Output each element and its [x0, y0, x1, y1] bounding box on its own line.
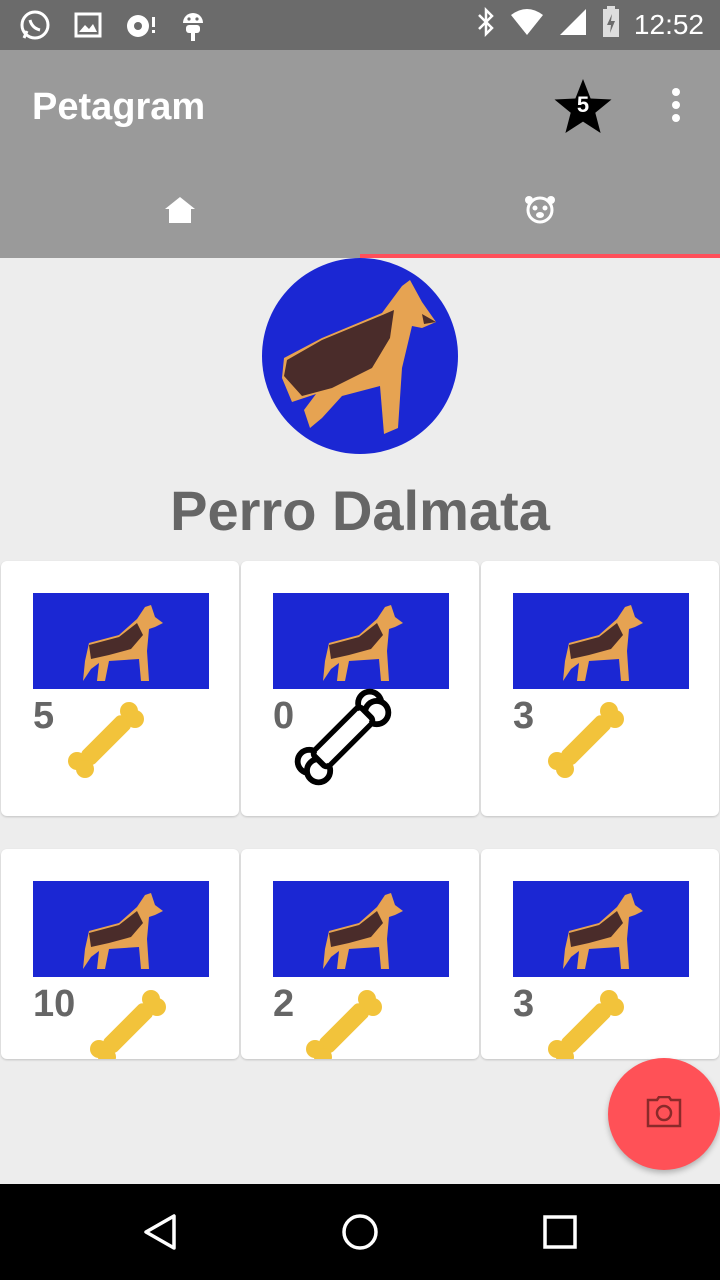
- whatsapp-icon: [18, 8, 52, 47]
- photo-card[interactable]: 10: [1, 849, 239, 1059]
- pet-photo: [33, 881, 209, 977]
- like-count: 3: [513, 983, 535, 1025]
- profile-photo: [262, 258, 458, 454]
- photo-card[interactable]: 2: [241, 849, 479, 1059]
- dog-icon: [323, 893, 403, 969]
- photo-card[interactable]: 3: [481, 561, 719, 816]
- signal-icon: [558, 7, 588, 42]
- recents-icon[interactable]: [542, 1214, 578, 1250]
- dog-icon: [83, 893, 163, 969]
- status-time: 12:52: [633, 8, 704, 40]
- photo-card[interactable]: 0: [241, 561, 479, 816]
- favorites-count: 5: [576, 92, 590, 117]
- bone-filled-icon: [306, 990, 382, 1059]
- home-icon: [165, 197, 195, 223]
- dog-icon: [323, 605, 403, 681]
- camera-icon: [124, 11, 158, 44]
- dog-face-icon: [525, 196, 555, 224]
- like-count: 0: [273, 695, 295, 737]
- wifi-icon: [510, 8, 544, 41]
- like-count: 10: [33, 983, 76, 1025]
- overflow-menu-button[interactable]: [662, 88, 690, 128]
- tab-home[interactable]: [0, 172, 360, 256]
- tab-profile[interactable]: [360, 172, 720, 256]
- pet-photo: [273, 593, 449, 689]
- image-icon: [74, 11, 102, 44]
- battery-charging-icon: [602, 6, 620, 43]
- home-icon[interactable]: [340, 1212, 380, 1252]
- pet-photo: [33, 593, 209, 689]
- system-nav-bar: [0, 1184, 720, 1280]
- app-title: Petagram: [32, 86, 206, 128]
- pet-photo: [273, 881, 449, 977]
- favorites-button[interactable]: 5: [552, 76, 614, 138]
- dog-icon: [563, 605, 643, 681]
- like-count: 3: [513, 695, 535, 737]
- bone-outline-icon: [294, 688, 392, 786]
- like-count: 5: [33, 695, 55, 737]
- bone-filled-icon: [548, 990, 624, 1059]
- photo-card[interactable]: 5: [1, 561, 239, 816]
- bluetooth-icon: [476, 6, 496, 42]
- camera-icon: [646, 1096, 682, 1128]
- dog-icon: [282, 280, 436, 434]
- camera-fab[interactable]: [608, 1058, 720, 1170]
- pet-photo: [513, 593, 689, 689]
- overflow-menu-icon: [672, 88, 680, 96]
- dog-icon: [563, 893, 643, 969]
- bone-filled-icon: [90, 990, 166, 1059]
- bone-filled-icon: [68, 702, 144, 778]
- profile-name: Perro Dalmata: [170, 479, 550, 542]
- android-icon: [180, 9, 206, 46]
- photo-card[interactable]: 3: [481, 849, 719, 1059]
- dog-icon: [83, 605, 163, 681]
- bone-filled-icon: [548, 702, 624, 778]
- tab-indicator: [360, 254, 720, 258]
- back-icon[interactable]: [140, 1212, 180, 1252]
- pet-photo: [513, 881, 689, 977]
- status-bar: 12:52: [0, 0, 720, 50]
- like-count: 2: [273, 983, 295, 1025]
